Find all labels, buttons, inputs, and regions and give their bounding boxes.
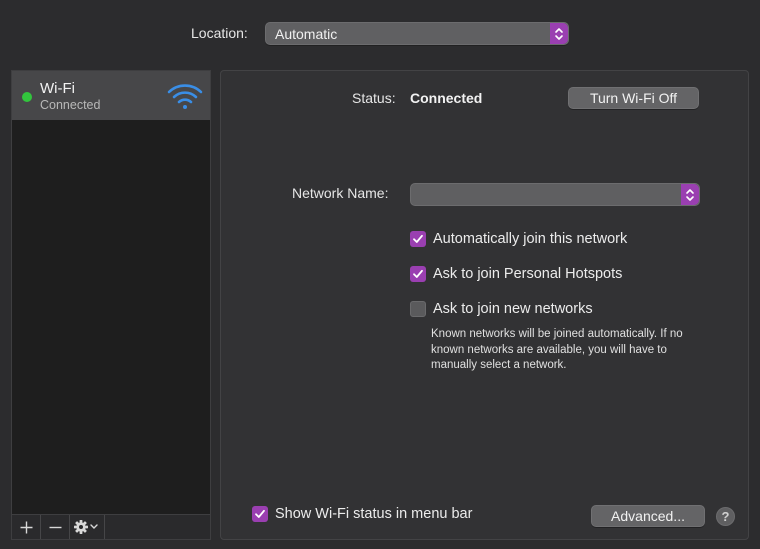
personal-hotspots-label: Ask to join Personal Hotspots	[433, 266, 623, 282]
network-name-select[interactable]	[410, 183, 700, 206]
status-label: Status:	[352, 90, 396, 106]
auto-join-checkbox[interactable]	[410, 231, 426, 247]
new-networks-option[interactable]: Ask to join new networks	[410, 300, 593, 318]
advanced-button[interactable]: Advanced...	[591, 505, 705, 527]
sidebar-item-wifi[interactable]: Wi-Fi Connected	[12, 71, 210, 120]
show-status-label: Show Wi-Fi status in menu bar	[275, 506, 473, 522]
add-service-button[interactable]	[12, 515, 41, 539]
wifi-icon	[167, 82, 203, 113]
gear-icon	[74, 520, 98, 534]
location-label: Location:	[191, 25, 248, 41]
network-select-chevron-icon	[681, 184, 699, 205]
sidebar-item-subtitle: Connected	[40, 98, 101, 112]
service-list-toolbar	[12, 514, 210, 539]
new-networks-help-text: Known networks will be joined automatica…	[431, 328, 683, 371]
connected-status-dot	[22, 92, 32, 102]
personal-hotspots-option[interactable]: Ask to join Personal Hotspots	[410, 265, 622, 283]
location-select-chevron-icon	[550, 23, 568, 44]
location-select-value: Automatic	[275, 26, 338, 42]
location-select[interactable]: Automatic	[265, 22, 569, 45]
add-icon	[20, 521, 32, 533]
help-button[interactable]: ?	[716, 507, 735, 526]
sidebar-item-title: Wi-Fi	[40, 80, 75, 97]
status-value: Connected	[410, 90, 483, 106]
new-networks-label: Ask to join new networks	[433, 301, 593, 317]
action-menu-button[interactable]	[70, 515, 105, 539]
auto-join-option[interactable]: Automatically join this network	[410, 230, 627, 248]
show-status-checkbox[interactable]	[252, 506, 268, 522]
new-networks-checkbox[interactable]	[410, 301, 426, 317]
network-service-list: Wi-Fi Connected	[11, 70, 211, 540]
remove-service-button[interactable]	[41, 515, 70, 539]
auto-join-label: Automatically join this network	[433, 231, 628, 247]
network-name-label: Network Name:	[292, 185, 389, 201]
turn-wifi-off-button[interactable]: Turn Wi-Fi Off	[568, 87, 699, 109]
show-status-option[interactable]: Show Wi-Fi status in menu bar	[252, 505, 472, 523]
personal-hotspots-checkbox[interactable]	[410, 266, 426, 282]
remove-icon	[49, 526, 61, 528]
